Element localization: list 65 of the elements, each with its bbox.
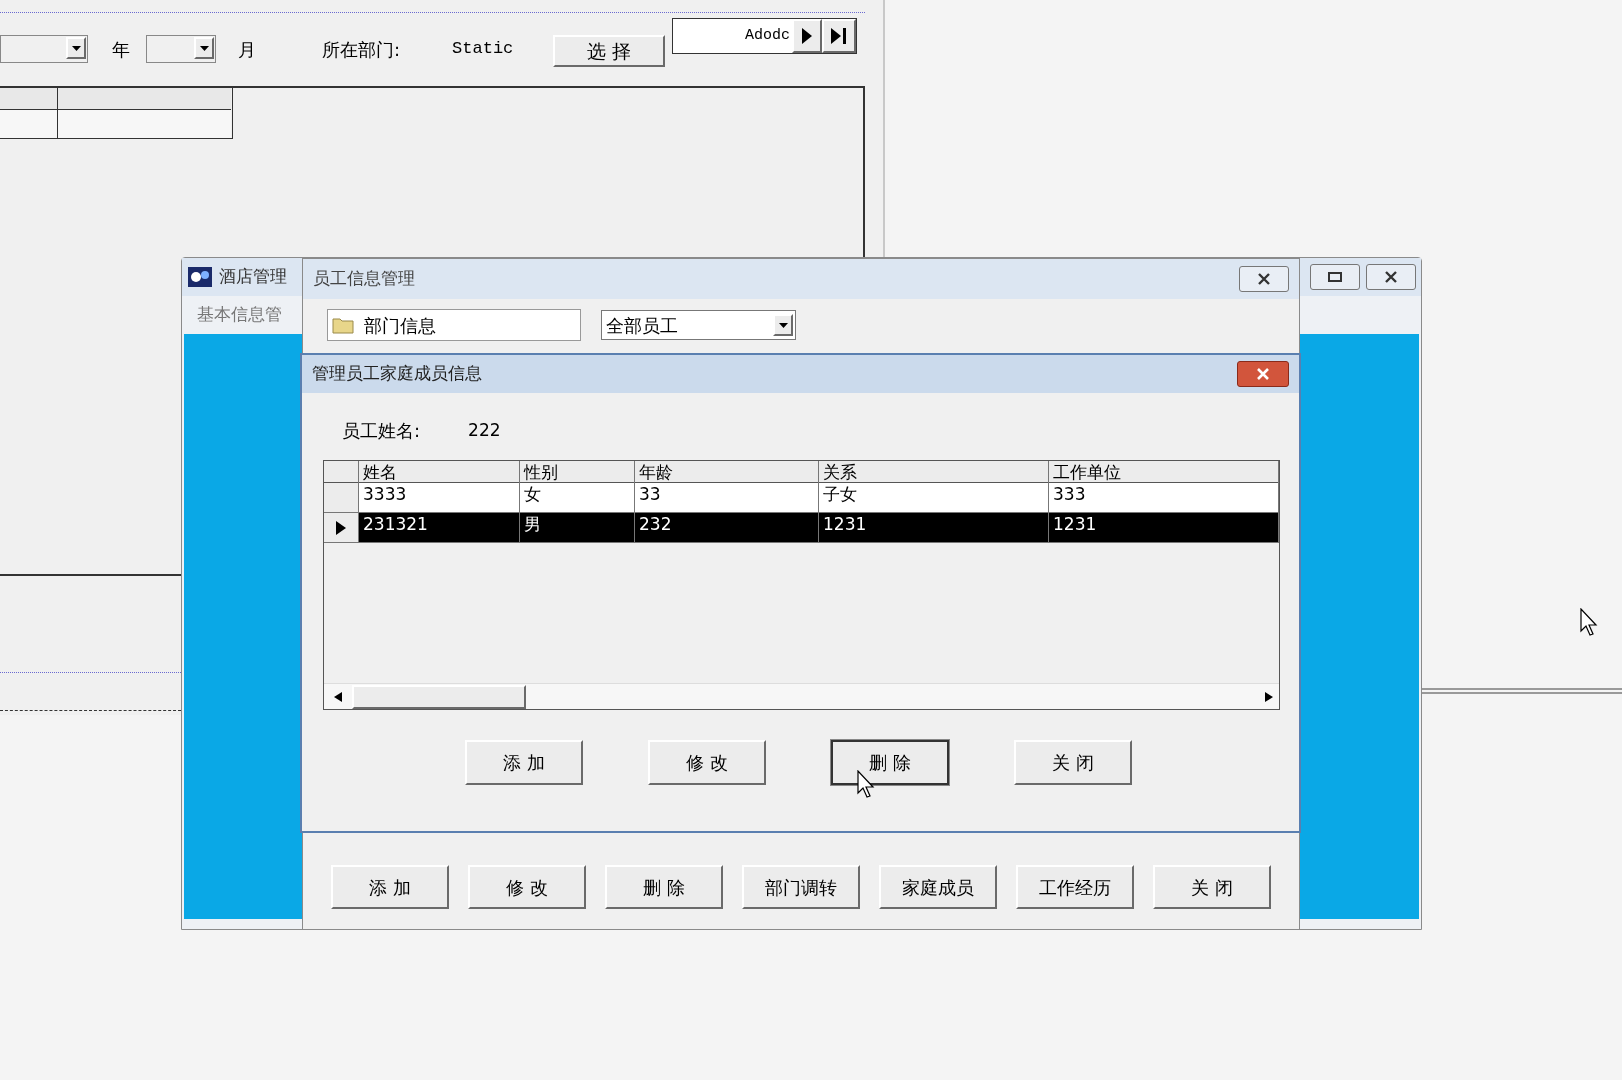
current-row-icon	[336, 520, 346, 535]
table-cell: 女	[520, 483, 635, 512]
close-button[interactable]	[1237, 361, 1289, 387]
maximize-icon	[1328, 272, 1342, 282]
dialog-button[interactable]: 修 改	[648, 740, 766, 785]
action-button[interactable]: 修 改	[468, 865, 586, 909]
table-cell: 1231	[819, 513, 1049, 542]
scroll-right-icon	[1265, 691, 1273, 702]
filter-dropdown[interactable]: 全部员工	[601, 310, 796, 340]
play-icon	[802, 28, 812, 44]
close-button[interactable]	[1366, 264, 1416, 290]
mouse-pointer-icon	[1580, 608, 1598, 636]
scroll-left-icon	[334, 691, 342, 702]
table-row[interactable]: 231321 男 232 1231 1231	[324, 513, 1279, 543]
action-button[interactable]: 部门调转	[742, 865, 860, 909]
close-icon	[1256, 368, 1270, 380]
table-cell: 1231	[1049, 513, 1279, 542]
table-cell: 231321	[359, 513, 520, 542]
scrollbar-thumb[interactable]	[352, 684, 526, 709]
last-record-button[interactable]	[822, 19, 856, 53]
table-cell: 子女	[819, 483, 1049, 512]
app-icon	[187, 265, 213, 289]
action-button[interactable]: 关 闭	[1153, 865, 1271, 909]
table-cell: 3333	[359, 483, 520, 512]
close-button[interactable]	[1239, 266, 1289, 292]
action-button[interactable]: 添 加	[331, 865, 449, 909]
dialog-button[interactable]: 关 闭	[1014, 740, 1132, 785]
table-cell: 33	[635, 483, 819, 512]
year-label: 年	[112, 37, 130, 62]
dialog-button[interactable]: 添 加	[465, 740, 583, 785]
menu-item[interactable]: 基本信息管	[197, 302, 282, 328]
caret-down-icon	[199, 45, 209, 51]
dropdown-button[interactable]	[66, 37, 86, 59]
action-button[interactable]: 删 除	[605, 865, 723, 909]
department-field[interactable]: 部门信息	[327, 309, 581, 341]
window-title: 员工信息管理	[313, 267, 415, 291]
month-dropdown[interactable]	[146, 35, 216, 63]
month-label: 月	[238, 37, 256, 62]
table-cell: 333	[1049, 483, 1279, 512]
caret-down-icon	[778, 322, 788, 328]
table-cell: 男	[520, 513, 635, 542]
department-label: 所在部门:	[322, 37, 401, 62]
dropdown-button[interactable]	[194, 37, 214, 59]
action-button[interactable]: 工作经历	[1016, 865, 1134, 909]
window-title: 酒店管理	[219, 265, 287, 289]
dropdown-button[interactable]	[773, 314, 793, 336]
next-record-button[interactable]	[792, 19, 822, 53]
year-dropdown[interactable]	[0, 35, 88, 63]
caret-down-icon	[71, 45, 81, 51]
action-button[interactable]: 家庭成员	[879, 865, 997, 909]
dialog-button[interactable]: 删 除	[831, 740, 949, 785]
table-cell: 232	[635, 513, 819, 542]
table-row[interactable]: 3333 女 33 子女 333	[324, 483, 1279, 513]
horizontal-scrollbar[interactable]	[324, 683, 1279, 709]
adodc-caption: Adodc	[745, 25, 791, 46]
dialog-title: 管理员工家庭成员信息	[312, 362, 482, 386]
mouse-pointer-icon	[857, 770, 875, 798]
skip-end-icon	[831, 28, 847, 44]
maximize-button[interactable]	[1310, 264, 1360, 290]
select-button[interactable]: 选 择	[553, 35, 666, 67]
employee-name-label: 员工姓名:	[342, 419, 421, 443]
close-icon	[1257, 273, 1271, 285]
employee-name-value: 222	[468, 418, 501, 442]
close-icon	[1384, 271, 1398, 283]
department-value: Static	[452, 38, 514, 61]
